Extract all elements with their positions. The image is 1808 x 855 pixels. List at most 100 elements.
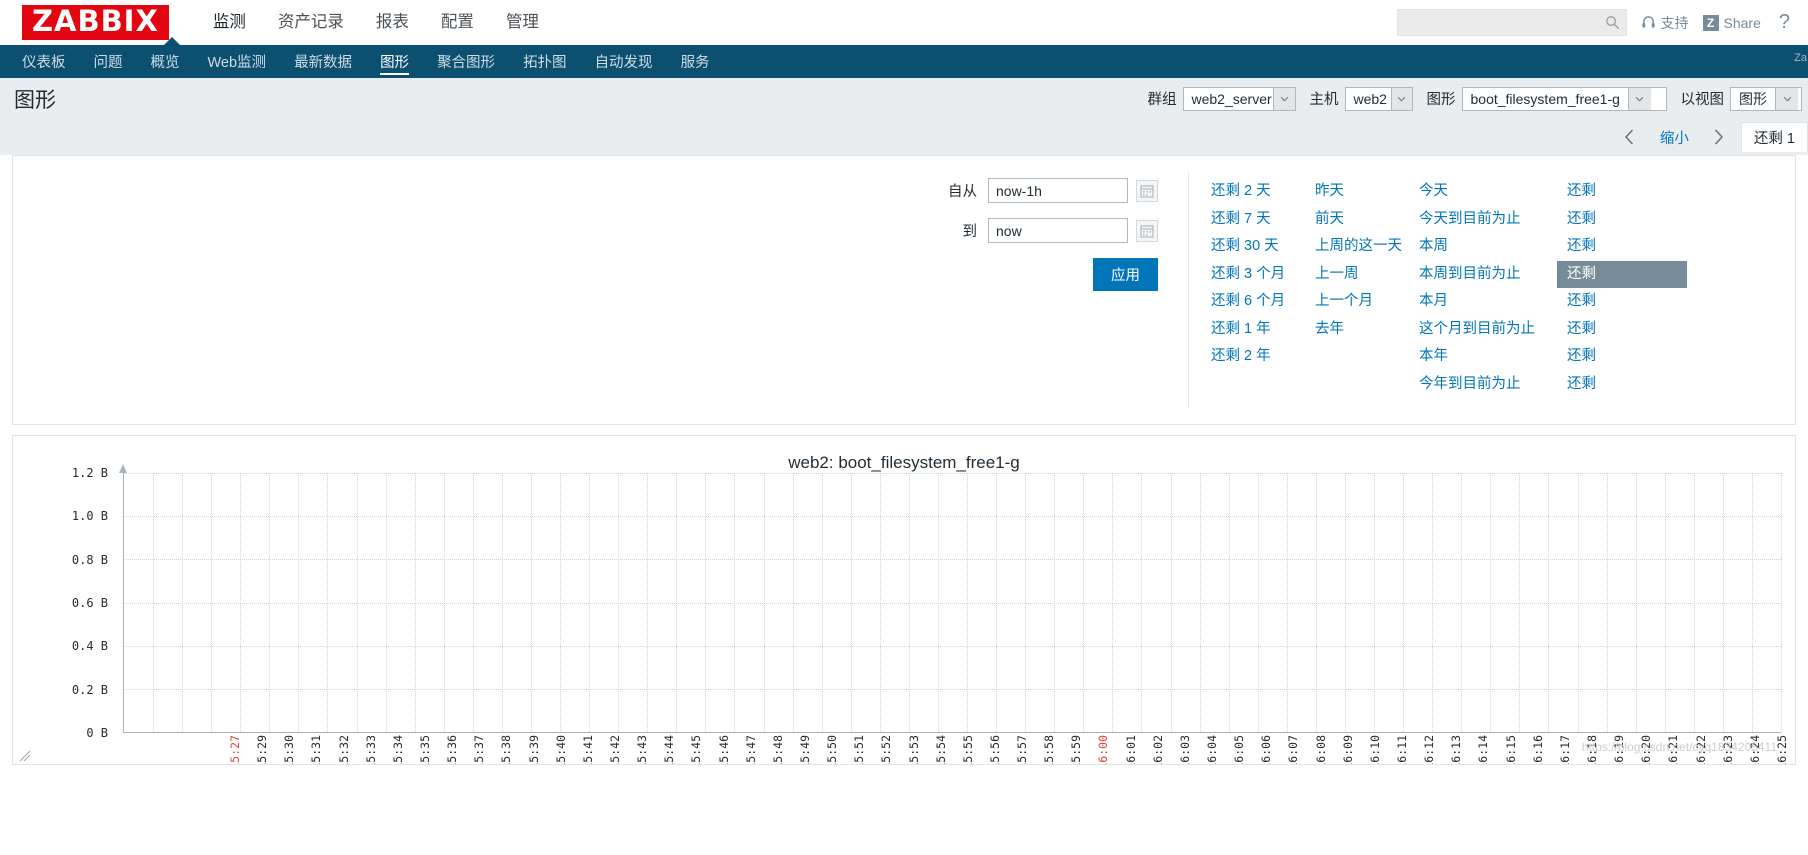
time-range-tab[interactable]: 还剩 1 (1740, 122, 1808, 152)
time-prev-button[interactable] (1614, 122, 1646, 152)
vertical-gridline (1664, 473, 1666, 732)
quick-range-item[interactable]: 昨天 (1315, 178, 1419, 206)
main-nav-item-reports[interactable]: 报表 (360, 0, 425, 45)
quick-range-item[interactable]: 还剩 30 天 (1211, 233, 1315, 261)
quick-range-item[interactable]: 还剩 (1567, 343, 1687, 371)
quick-range-item[interactable]: 去年 (1315, 316, 1419, 344)
horizontal-gridline (124, 516, 1781, 518)
quick-range-item[interactable]: 今天 (1419, 178, 1567, 206)
resize-grip-icon[interactable] (19, 750, 31, 762)
x-axis-tick-label: 15:38 (499, 735, 514, 765)
subnav-item-dashboard[interactable]: 仪表板 (8, 45, 80, 78)
to-input[interactable] (988, 218, 1128, 243)
quick-range-item-selected[interactable]: 还剩 (1557, 260, 1687, 288)
global-search[interactable] (1396, 9, 1627, 36)
x-axis-tick-label: 16:04 (1205, 735, 1220, 765)
subnav-item-maps[interactable]: 拓扑图 (509, 45, 581, 78)
vertical-gridline (1606, 473, 1608, 732)
subnav-item-services[interactable]: 服务 (667, 45, 724, 78)
x-axis-tick-label: 15:29 (255, 735, 270, 765)
apply-button[interactable]: 应用 (1093, 258, 1158, 291)
host-select[interactable]: web2 (1344, 86, 1413, 111)
vertical-gridline (618, 473, 620, 732)
vertical-gridline (676, 473, 678, 732)
subnav-item-problems[interactable]: 问题 (80, 45, 137, 78)
vertical-gridline (182, 473, 184, 732)
chevron-down-icon (1273, 87, 1295, 110)
help-icon[interactable]: ? (1775, 11, 1794, 34)
subnav-item-discovery[interactable]: 自动发现 (581, 45, 667, 78)
vertical-gridline (1722, 473, 1724, 732)
quick-range-item[interactable]: 本周 (1419, 233, 1567, 261)
quick-range-item[interactable]: 还剩 (1567, 206, 1687, 234)
quick-range-item[interactable]: 还剩 (1567, 178, 1687, 206)
main-nav-item-inventory[interactable]: 资产记录 (262, 0, 360, 45)
subnav-item-overview[interactable]: 概览 (137, 45, 194, 78)
zoom-out-button[interactable]: 缩小 (1646, 127, 1703, 148)
quick-range-item[interactable]: 今天到目前为止 (1419, 206, 1567, 234)
host-select-value: web2 (1353, 90, 1387, 107)
chart[interactable]: 1.2 B 1.0 B 0.8 B 0.6 B 0.4 B 0.2 B 0 B 10-07 … (13, 464, 1795, 764)
x-axis-tick-label: 15:52 (879, 735, 894, 765)
y-axis-tick-label: 0.8 B (71, 552, 108, 567)
vertical-gridline (1635, 473, 1637, 732)
x-axis-tick-label: 15:39 (526, 735, 541, 765)
quick-range-item[interactable]: 本月 (1419, 288, 1567, 316)
viewas-select[interactable]: 图形 (1730, 86, 1802, 111)
quick-range-item[interactable]: 还剩 1 年 (1211, 316, 1315, 344)
quick-range-item[interactable]: 上一个月 (1315, 288, 1419, 316)
vertical-gridline (385, 473, 387, 732)
plot-area[interactable]: 10-07 15:27 15:29 15:30 15:31 15:32 15:33 15:3… (123, 473, 1789, 764)
support-link[interactable]: 支持 (1641, 13, 1689, 33)
subnav-item-graphs[interactable]: 图形 (366, 45, 423, 78)
vertical-gridline (937, 473, 939, 732)
quick-range-item[interactable]: 上一周 (1315, 261, 1419, 289)
page-title: 图形 (14, 88, 56, 112)
vertical-gridline (1548, 473, 1550, 732)
vertical-gridline (1228, 473, 1230, 732)
quick-range-item[interactable]: 上周的这一天 (1315, 233, 1419, 261)
quick-range-item[interactable]: 还剩 2 天 (1211, 178, 1315, 206)
search-input[interactable] (1405, 14, 1605, 31)
time-next-button[interactable] (1703, 122, 1735, 152)
x-axis-tick-label: 15:35 (417, 735, 432, 765)
subnav-item-screens[interactable]: 聚合图形 (423, 45, 509, 78)
vertical-gridline (589, 473, 591, 732)
quick-range-item[interactable]: 今年到目前为止 (1419, 371, 1567, 399)
quick-range-item[interactable]: 还剩 7 天 (1211, 206, 1315, 234)
quick-range-item[interactable]: 还剩 (1567, 288, 1687, 316)
graph-select[interactable]: boot_filesystem_free1-g (1461, 86, 1667, 111)
x-axis-tick-label: 16:14 (1476, 735, 1491, 765)
x-axis-tick-label: 15:44 (662, 735, 677, 765)
quick-range-item[interactable]: 还剩 (1567, 316, 1687, 344)
viewas-select-value: 图形 (1739, 90, 1767, 107)
quick-range-item[interactable]: 还剩 (1567, 371, 1687, 399)
vertical-gridline (1170, 473, 1172, 732)
quick-range-item[interactable]: 前天 (1315, 206, 1419, 234)
vertical-gridline (792, 473, 794, 732)
subnav-item-latest-data[interactable]: 最新数据 (280, 45, 366, 78)
group-select[interactable]: web2_server (1182, 86, 1296, 111)
quick-range-item[interactable]: 这个月到目前为止 (1419, 316, 1567, 344)
quick-range-item[interactable]: 还剩 6 个月 (1211, 288, 1315, 316)
share-link[interactable]: Z Share (1702, 14, 1761, 31)
quick-range-item[interactable]: 还剩 3 个月 (1211, 261, 1315, 289)
quick-range-item[interactable]: 本年 (1419, 343, 1567, 371)
to-calendar-button[interactable] (1136, 219, 1158, 242)
quick-range-item[interactable]: 还剩 (1567, 233, 1687, 261)
main-nav-item-administration[interactable]: 管理 (490, 0, 555, 45)
quick-range-item[interactable]: 还剩 2 年 (1211, 343, 1315, 371)
vertical-gridline (1432, 473, 1434, 732)
subnav-item-web[interactable]: Web监测 (194, 45, 281, 78)
quick-range-item[interactable]: 本周到目前为止 (1419, 261, 1567, 289)
main-nav-item-configuration[interactable]: 配置 (425, 0, 490, 45)
vertical-gridline (298, 473, 300, 732)
x-axis-tick-label: 16:03 (1177, 735, 1192, 765)
from-calendar-button[interactable] (1136, 179, 1158, 202)
vertical-gridline (269, 473, 271, 732)
zabbix-logo[interactable]: ZABBIX (22, 5, 169, 40)
from-input[interactable] (988, 178, 1128, 203)
main-nav-item-monitoring[interactable]: 监测 (197, 0, 262, 45)
quick-range-column-3: 今天 今天到目前为止 本周 本周到目前为止 本月 这个月到目前为止 本年 今年到… (1419, 178, 1567, 424)
x-axis-tick-label: 16:01 (1123, 735, 1138, 765)
